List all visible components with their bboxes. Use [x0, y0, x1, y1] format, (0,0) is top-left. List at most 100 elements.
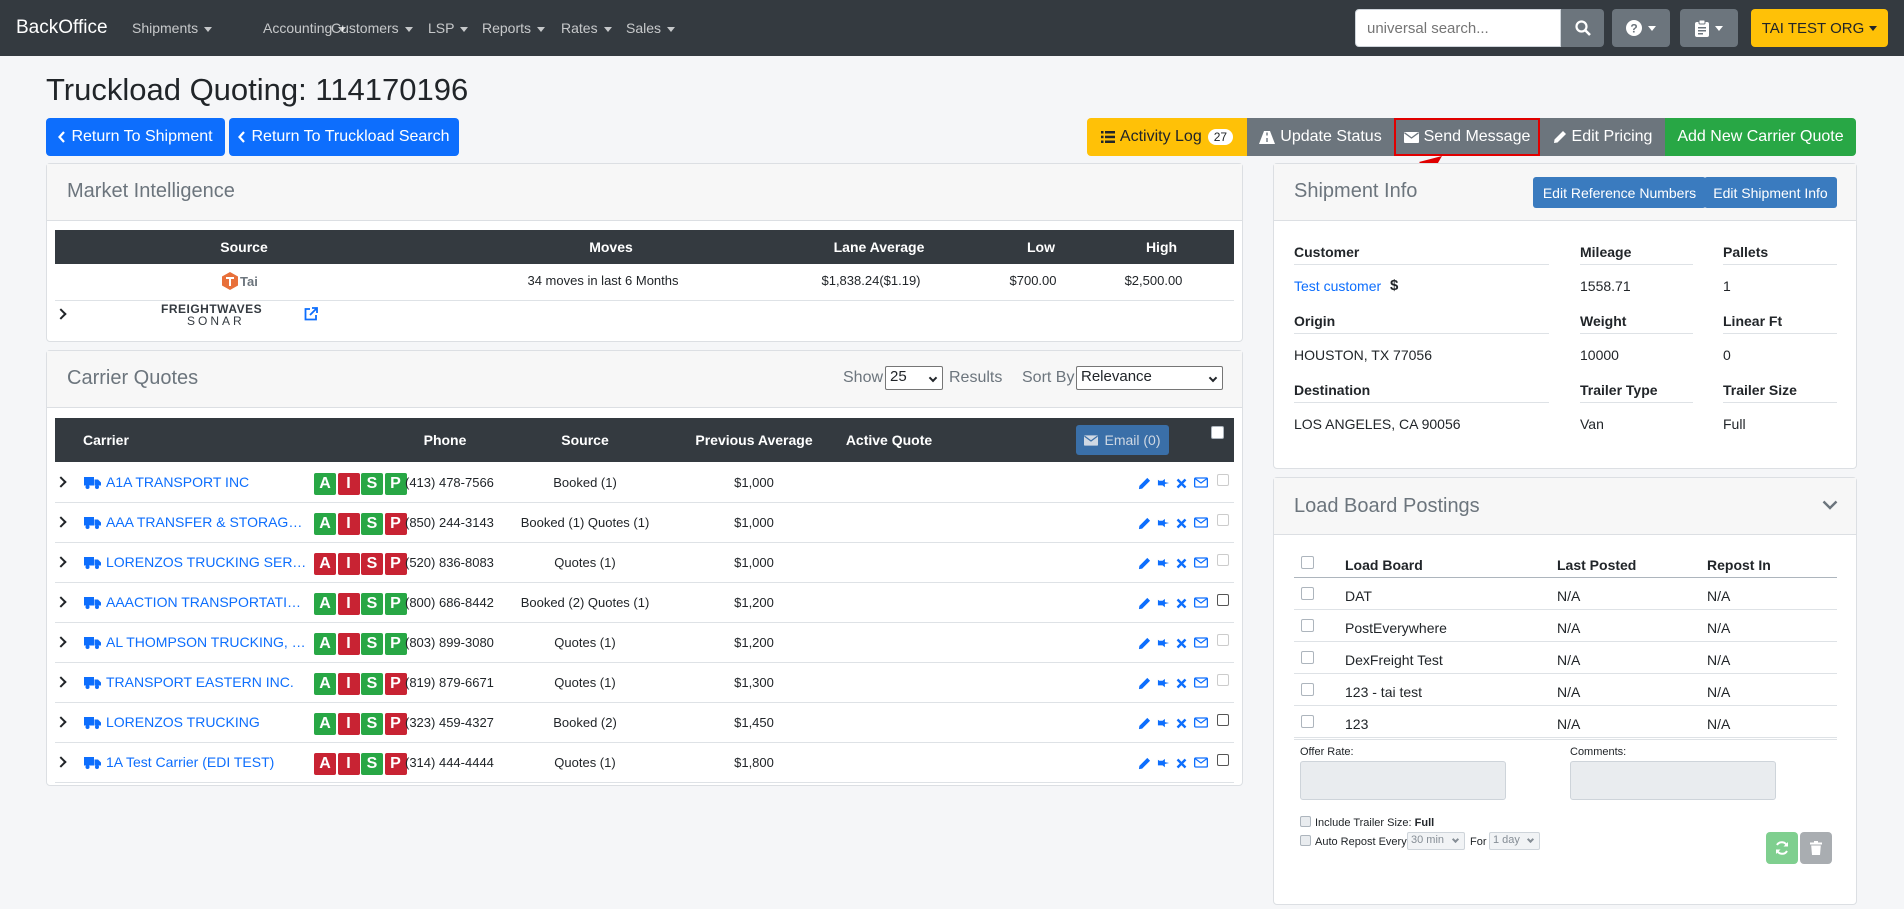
- delete-postings-button[interactable]: [1800, 832, 1832, 864]
- carrier-badge-p[interactable]: P: [384, 633, 407, 655]
- add-new-carrier-quote-button[interactable]: Add New Carrier Quote: [1665, 118, 1856, 156]
- carrier-link[interactable]: A1A TRANSPORT INC: [106, 474, 309, 490]
- loadboard-checkbox[interactable]: [1301, 587, 1314, 600]
- pin-icon[interactable]: [1157, 477, 1170, 490]
- nav-rates[interactable]: Rates: [561, 20, 612, 36]
- nav-sales[interactable]: Sales: [626, 20, 676, 36]
- carrier-badge-s[interactable]: S: [361, 753, 383, 775]
- nav-lsp[interactable]: LSP: [428, 20, 469, 36]
- carrier-badge-a[interactable]: A: [314, 753, 336, 775]
- row-select-checkbox[interactable]: [1217, 674, 1229, 686]
- carrier-badge-s[interactable]: S: [361, 713, 383, 735]
- remove-x-icon[interactable]: [1176, 758, 1187, 769]
- email-envelope-icon[interactable]: [1194, 677, 1208, 688]
- carrier-badge-i[interactable]: I: [337, 593, 360, 615]
- edit-reference-numbers-button[interactable]: Edit Reference Numbers: [1533, 177, 1706, 208]
- carrier-badge-a[interactable]: A: [314, 473, 336, 495]
- remove-x-icon[interactable]: [1176, 718, 1187, 729]
- select-all-loadboards-checkbox[interactable]: [1301, 556, 1314, 569]
- edit-pencil-icon[interactable]: [1138, 637, 1151, 650]
- carrier-badge-s[interactable]: S: [361, 473, 383, 495]
- row-select-checkbox[interactable]: [1217, 594, 1229, 606]
- expand-row-chevron-right-icon[interactable]: [55, 556, 67, 568]
- clipboard-menu-button[interactable]: [1680, 9, 1738, 47]
- carrier-badge-i[interactable]: I: [337, 473, 360, 495]
- email-envelope-icon[interactable]: [1194, 477, 1208, 488]
- search-button[interactable]: [1561, 9, 1604, 47]
- carrier-badge-a[interactable]: A: [314, 513, 336, 535]
- pin-icon[interactable]: [1157, 717, 1170, 730]
- email-envelope-icon[interactable]: [1194, 557, 1208, 568]
- carrier-badge-a[interactable]: A: [314, 713, 336, 735]
- carrier-badge-i[interactable]: I: [337, 753, 360, 775]
- dollar-icon[interactable]: $: [1390, 277, 1398, 294]
- auto-repost-checkbox[interactable]: [1300, 835, 1311, 846]
- activity-log-button[interactable]: Activity Log 27: [1087, 118, 1247, 156]
- org-menu-button[interactable]: TAI TEST ORG: [1751, 9, 1888, 47]
- email-envelope-icon[interactable]: [1194, 597, 1208, 608]
- expand-row-chevron-right-icon[interactable]: [55, 516, 67, 528]
- expand-row-chevron-right-icon[interactable]: [55, 716, 67, 728]
- carrier-badge-i[interactable]: I: [337, 553, 360, 575]
- expand-row-chevron-right-icon[interactable]: [55, 756, 67, 768]
- remove-x-icon[interactable]: [1176, 638, 1187, 649]
- carrier-badge-s[interactable]: S: [361, 633, 383, 655]
- expand-row-chevron-right-icon[interactable]: [55, 636, 67, 648]
- carrier-badge-i[interactable]: I: [337, 673, 360, 695]
- row-select-checkbox[interactable]: [1217, 474, 1229, 486]
- return-to-truckload-search-button[interactable]: Return To Truckload Search: [229, 118, 459, 156]
- pin-icon[interactable]: [1157, 597, 1170, 610]
- row-select-checkbox[interactable]: [1217, 554, 1229, 566]
- carrier-link[interactable]: LORENZOS TRUCKING SERVIC...: [106, 554, 309, 570]
- edit-pencil-icon[interactable]: [1138, 757, 1151, 770]
- external-link-icon[interactable]: [304, 307, 318, 321]
- edit-pencil-icon[interactable]: [1138, 517, 1151, 530]
- edit-pencil-icon[interactable]: [1138, 717, 1151, 730]
- email-envelope-icon[interactable]: [1194, 637, 1208, 648]
- remove-x-icon[interactable]: [1176, 598, 1187, 609]
- refresh-postings-button[interactable]: [1766, 832, 1798, 864]
- remove-x-icon[interactable]: [1176, 678, 1187, 689]
- email-selected-button[interactable]: Email (0): [1076, 425, 1169, 455]
- carrier-badge-i[interactable]: I: [337, 713, 360, 735]
- carrier-badge-p[interactable]: P: [384, 753, 407, 775]
- row-select-checkbox[interactable]: [1217, 714, 1229, 726]
- carrier-badge-s[interactable]: S: [361, 673, 383, 695]
- nav-reports[interactable]: Reports: [482, 20, 546, 36]
- auto-repost-duration-select[interactable]: 1 day: [1489, 832, 1540, 850]
- edit-pencil-icon[interactable]: [1138, 677, 1151, 690]
- loadboard-checkbox[interactable]: [1301, 651, 1314, 664]
- carrier-badge-a[interactable]: A: [314, 673, 336, 695]
- email-envelope-icon[interactable]: [1194, 757, 1208, 768]
- email-envelope-icon[interactable]: [1194, 517, 1208, 528]
- carrier-badge-p[interactable]: P: [384, 593, 407, 615]
- pin-icon[interactable]: [1157, 637, 1170, 650]
- customer-link[interactable]: Test customer: [1294, 278, 1381, 294]
- edit-pencil-icon[interactable]: [1138, 597, 1151, 610]
- remove-x-icon[interactable]: [1176, 558, 1187, 569]
- loadboard-checkbox[interactable]: [1301, 715, 1314, 728]
- nav-customers[interactable]: Customers: [331, 20, 413, 36]
- remove-x-icon[interactable]: [1176, 478, 1187, 489]
- carrier-link[interactable]: 1A Test Carrier (EDI TEST): [106, 754, 309, 770]
- select-all-checkbox[interactable]: [1211, 426, 1224, 439]
- offer-rate-input[interactable]: [1300, 761, 1506, 800]
- loadboard-checkbox[interactable]: [1301, 619, 1314, 632]
- carrier-link[interactable]: AAACTION TRANSPORTATION...: [106, 594, 309, 610]
- include-trailer-size-checkbox[interactable]: [1300, 816, 1311, 827]
- row-select-checkbox[interactable]: [1217, 514, 1229, 526]
- nav-shipments[interactable]: Shipments: [132, 20, 213, 36]
- expand-row-chevron-right-icon[interactable]: [55, 476, 67, 488]
- row-select-checkbox[interactable]: [1217, 754, 1229, 766]
- expand-row-chevron-right-icon[interactable]: [55, 676, 67, 688]
- carrier-badge-a[interactable]: A: [314, 593, 336, 615]
- email-envelope-icon[interactable]: [1194, 717, 1208, 728]
- carrier-badge-s[interactable]: S: [361, 513, 383, 535]
- edit-pencil-icon[interactable]: [1138, 477, 1151, 490]
- carrier-badge-i[interactable]: I: [337, 513, 360, 535]
- carrier-badge-s[interactable]: S: [361, 553, 383, 575]
- sort-by-select[interactable]: Relevance: [1076, 366, 1223, 390]
- carrier-badge-a[interactable]: A: [314, 633, 336, 655]
- carrier-badge-s[interactable]: S: [361, 593, 383, 615]
- carrier-badge-p[interactable]: P: [384, 673, 407, 695]
